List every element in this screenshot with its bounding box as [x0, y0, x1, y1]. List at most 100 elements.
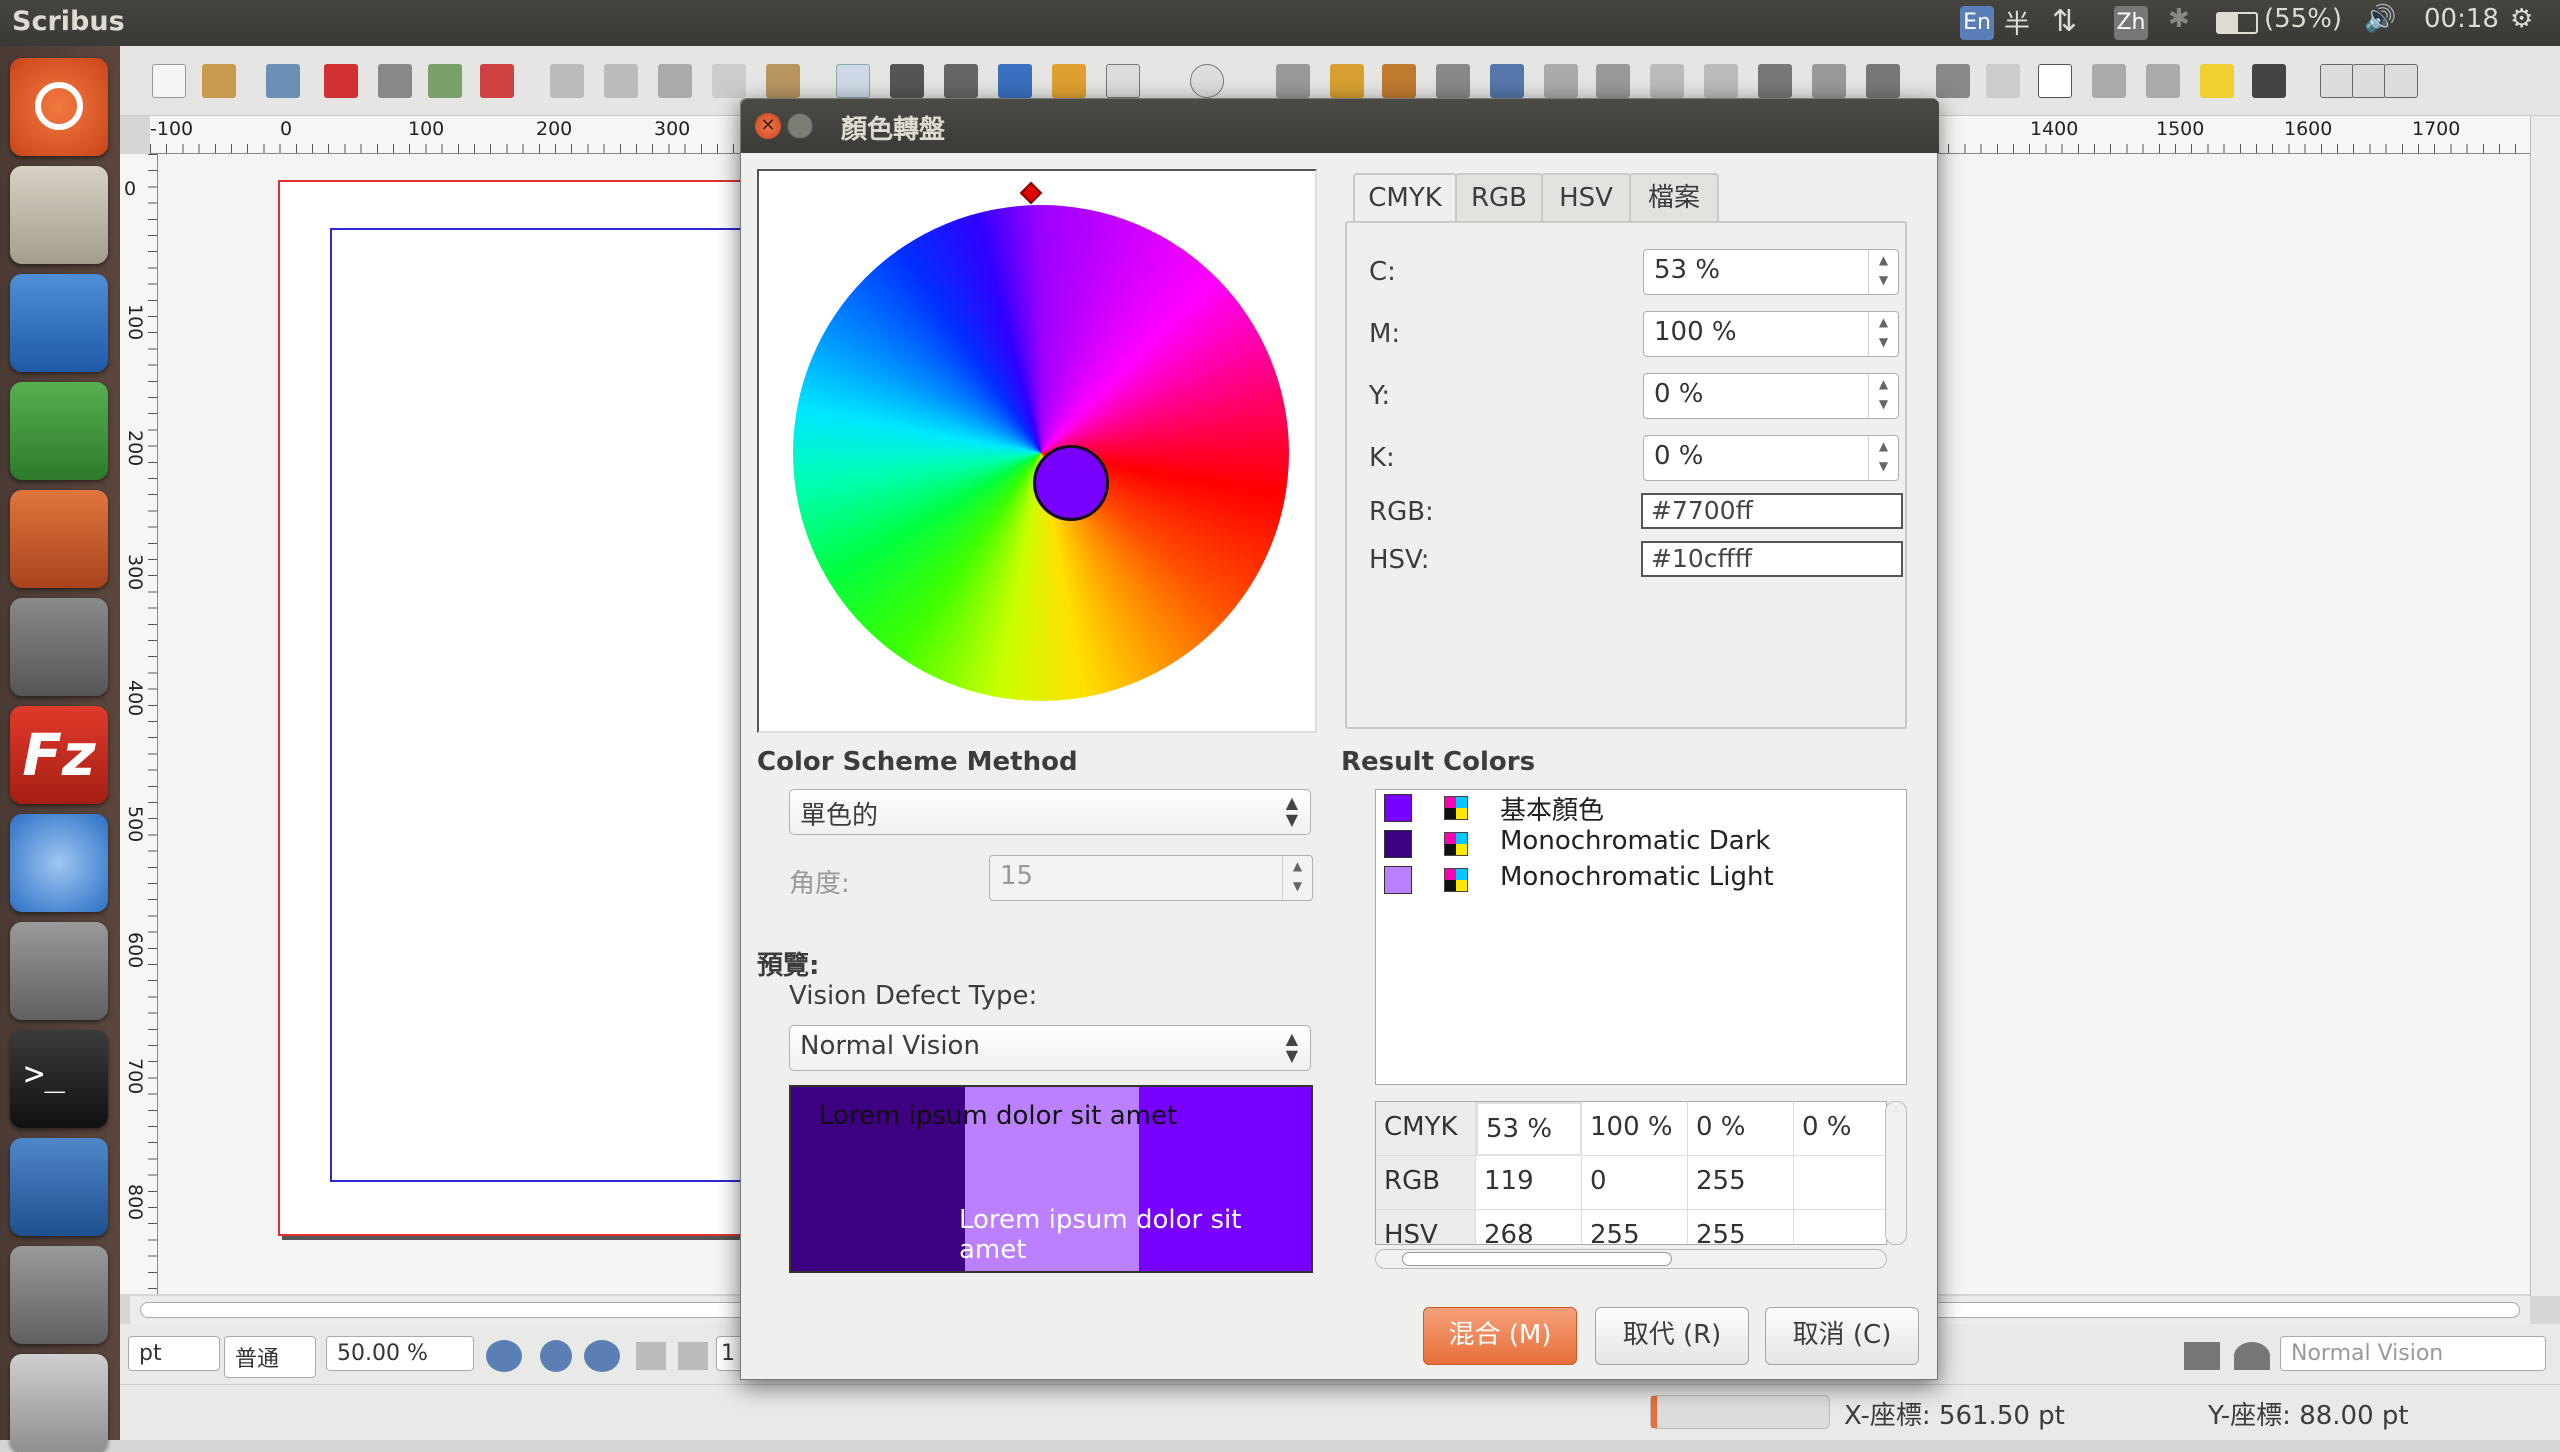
list-item[interactable]: Monochromatic Dark — [1384, 826, 1884, 860]
zoom-in-icon[interactable] — [584, 1340, 620, 1372]
table-vertical-scrollbar[interactable] — [1885, 1101, 1907, 1245]
edit-contents-icon[interactable] — [1544, 64, 1578, 98]
y-spinbox[interactable]: 0 % ▲ ▼ — [1643, 373, 1899, 419]
line-icon[interactable] — [1276, 64, 1310, 98]
m-spin-arrows[interactable]: ▲ ▼ — [1868, 312, 1898, 356]
disk-icon[interactable] — [10, 1354, 108, 1452]
c-spin-arrows[interactable]: ▲ ▼ — [1868, 250, 1898, 294]
print-icon[interactable] — [378, 64, 412, 98]
vision-select[interactable]: Normal Vision — [2280, 1336, 2546, 1371]
image-frame-icon[interactable] — [944, 64, 978, 98]
calc-icon[interactable] — [10, 382, 108, 480]
copy-properties-icon[interactable] — [1812, 64, 1846, 98]
undo-icon[interactable] — [550, 64, 584, 98]
preview-mode-icon[interactable] — [2184, 1342, 2220, 1370]
close-doc-icon[interactable] — [324, 64, 358, 98]
impress-icon[interactable] — [10, 490, 108, 588]
table-cell[interactable] — [1794, 1210, 1886, 1244]
table-cell[interactable]: 255 — [1582, 1210, 1688, 1244]
battery-icon[interactable] — [2216, 12, 2258, 34]
table-icon[interactable] — [1052, 64, 1086, 98]
color-wheel-area[interactable] — [757, 169, 1317, 733]
zh-indicator[interactable]: Zh — [2114, 6, 2148, 40]
hsv-hex-field[interactable]: #10cffff — [1641, 541, 1903, 577]
ubuntu-logo-icon[interactable] — [10, 58, 108, 156]
k-spin-arrows[interactable]: ▲ ▼ — [1868, 436, 1898, 480]
c-spinbox[interactable]: 53 % ▲ ▼ — [1643, 249, 1899, 295]
polygon-icon[interactable] — [1190, 64, 1224, 98]
scribus-icon[interactable] — [10, 1138, 108, 1236]
tab-cmyk[interactable]: CMYK — [1353, 173, 1457, 225]
color-values-table[interactable]: CMYK 53 % 100 % 0 % 0 % RGB 119 0 255 HS… — [1375, 1101, 1887, 1245]
edit-text-icon[interactable] — [1596, 64, 1630, 98]
color-wheel[interactable] — [793, 205, 1289, 701]
list-item[interactable]: 基本顏色 — [1384, 790, 1884, 826]
list-item[interactable]: Monochromatic Light — [1384, 862, 1884, 896]
filezilla-icon[interactable]: Fz — [10, 706, 108, 804]
m-spinbox[interactable]: 100 % ▲ ▼ — [1643, 311, 1899, 357]
zoom-100-icon[interactable] — [540, 1340, 572, 1372]
measure-icon[interactable] — [1758, 64, 1792, 98]
angle-spinbox[interactable]: 15 ▲ ▼ — [989, 855, 1313, 901]
replace-button[interactable]: 取代 (R) — [1595, 1307, 1749, 1365]
table-cell[interactable]: 255 — [1688, 1156, 1794, 1210]
tab-rgb[interactable]: RGB — [1455, 173, 1543, 223]
network-icon[interactable]: ⇅ — [2052, 4, 2077, 39]
bezier-icon[interactable] — [1330, 64, 1364, 98]
halfwidth-indicator[interactable]: 半 — [2004, 4, 2030, 41]
link-frames-icon[interactable] — [1650, 64, 1684, 98]
render-frame-icon[interactable] — [998, 64, 1032, 98]
prev-page-icon[interactable] — [678, 1342, 708, 1370]
hue-marker[interactable] — [1019, 181, 1043, 205]
save-icon[interactable] — [266, 64, 300, 98]
y-spin-arrows[interactable]: ▲ ▼ — [1868, 374, 1898, 418]
pdf-textfield-icon[interactable] — [1986, 64, 2020, 98]
clock[interactable]: 00:18 — [2424, 4, 2499, 34]
keyboard-en-indicator[interactable]: En — [1960, 6, 1994, 40]
rotate-icon[interactable] — [1436, 64, 1470, 98]
shape-icon[interactable] — [1106, 64, 1140, 98]
eyedropper-icon[interactable] — [1866, 64, 1900, 98]
chromium-icon[interactable] — [10, 814, 108, 912]
bluetooth-icon[interactable]: ✱ — [2168, 4, 2190, 34]
tab-file[interactable]: 檔案 — [1629, 173, 1719, 223]
vertical-ruler[interactable]: 0 100 200 300 400 500 600 700 800 — [120, 154, 158, 1294]
screenshot-icon[interactable] — [10, 1246, 108, 1344]
new-doc-icon[interactable] — [152, 64, 186, 98]
angle-spin-arrows[interactable]: ▲ ▼ — [1282, 856, 1312, 900]
toolbar-restore-icon[interactable] — [2352, 64, 2386, 98]
vision-defect-select[interactable]: Normal Vision ▲ ▼ — [789, 1025, 1311, 1071]
first-page-icon[interactable] — [636, 1342, 666, 1370]
zoom-out-icon[interactable] — [486, 1340, 522, 1372]
dialog-minimize-icon[interactable] — [787, 113, 813, 139]
eye-icon[interactable] — [2234, 1342, 2270, 1370]
unit-select[interactable]: pt — [128, 1336, 220, 1371]
mode-select[interactable]: 普通 — [224, 1336, 316, 1378]
dialog-titlebar[interactable]: ✕ 顏色轉盤 — [741, 99, 1939, 153]
table-cell[interactable]: 119 — [1476, 1156, 1582, 1210]
pdf-listbox-icon[interactable] — [2146, 64, 2180, 98]
table-horizontal-scrollbar[interactable] — [1375, 1249, 1887, 1269]
toolbar-min-icon[interactable] — [2320, 64, 2354, 98]
files-icon[interactable] — [10, 166, 108, 264]
annotation-icon[interactable] — [2200, 64, 2234, 98]
table-cell[interactable]: 268 — [1476, 1210, 1582, 1244]
scheme-method-select[interactable]: 單色的 ▲ ▼ — [789, 789, 1311, 835]
link-annotation-icon[interactable] — [2252, 64, 2286, 98]
redo-icon[interactable] — [604, 64, 638, 98]
pdf-checkbox-icon[interactable] — [2038, 64, 2072, 98]
table-cell[interactable]: 255 — [1688, 1210, 1794, 1244]
cut-icon[interactable] — [658, 64, 692, 98]
toolbar-close-icon[interactable] — [2384, 64, 2418, 98]
text-frame-icon[interactable] — [890, 64, 924, 98]
volume-icon[interactable]: 🔊 — [2364, 4, 2396, 34]
pdf-export-icon[interactable] — [480, 64, 514, 98]
copy-icon[interactable] — [712, 64, 746, 98]
table-cell[interactable] — [1794, 1156, 1886, 1210]
table-cell[interactable]: 100 % — [1582, 1102, 1688, 1156]
table-cell[interactable]: 53 % — [1476, 1102, 1582, 1156]
gear-icon[interactable]: ⚙ — [2510, 4, 2533, 34]
terminal-icon[interactable]: >_ — [10, 1030, 108, 1128]
rgb-hex-field[interactable]: #7700ff — [1641, 493, 1903, 529]
pdf-button-icon[interactable] — [1936, 64, 1970, 98]
